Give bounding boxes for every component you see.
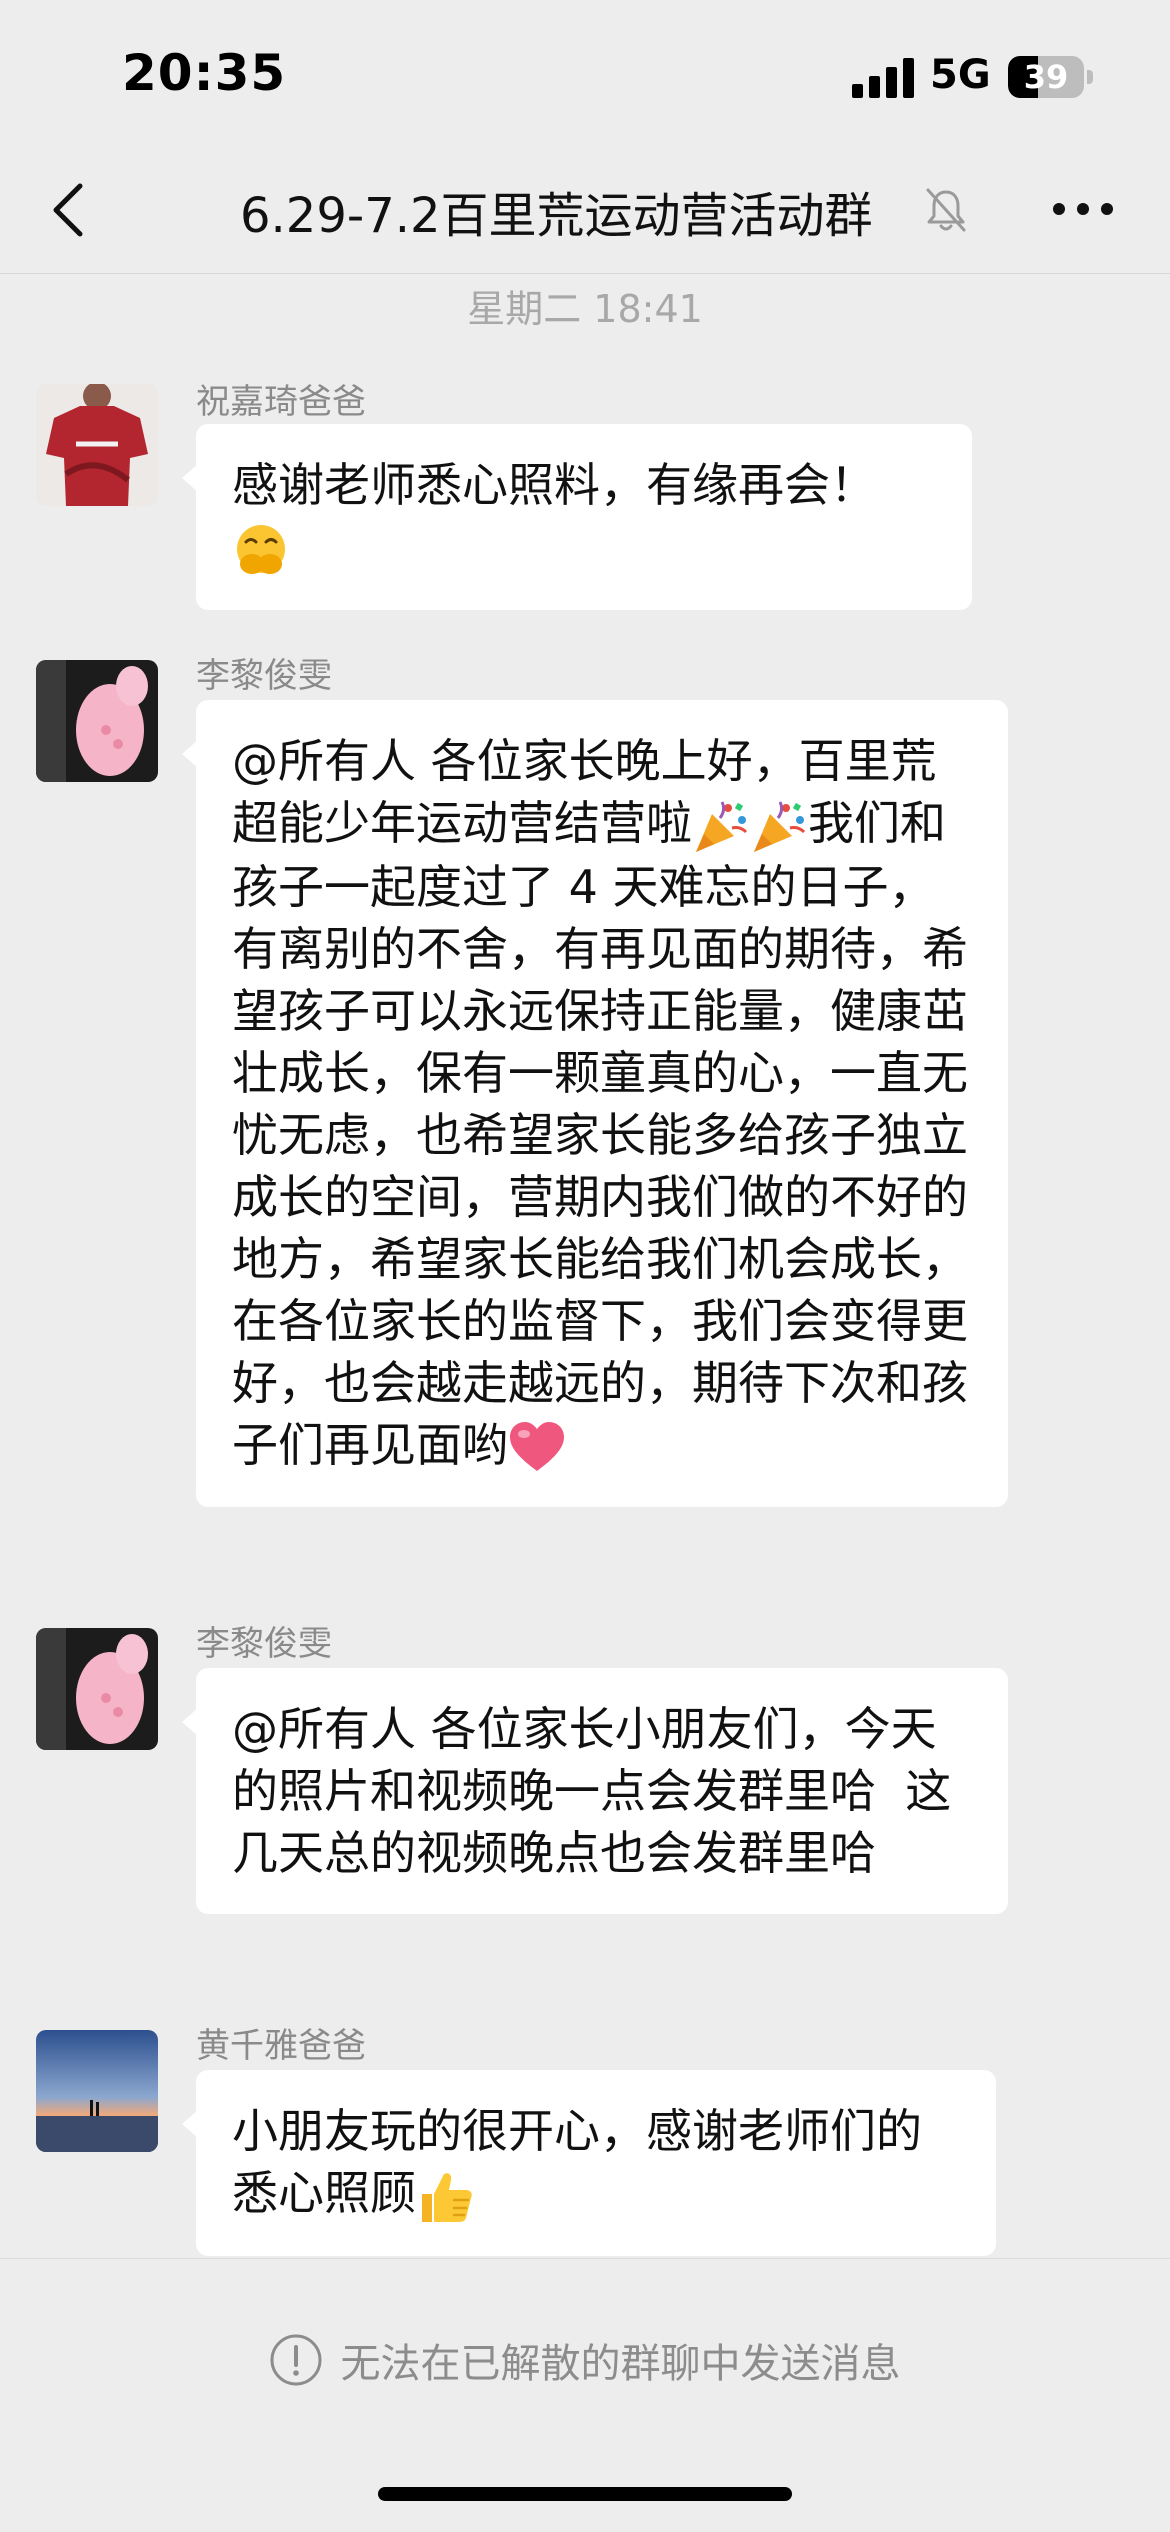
network-type: 5G <box>930 52 991 98</box>
sender-name: 李黎俊雯 <box>196 1624 332 1664</box>
sender-name: 黄千雅爸爸 <box>196 2026 366 2066</box>
signal-icon <box>852 58 914 98</box>
disabled-input-footer: 无法在已解散的群聊中发送消息 <box>0 2258 1170 2532</box>
message-bubble[interactable]: 小朋友玩的很开心，感谢老师们的悉心照顾 <box>182 2070 996 2256</box>
chat-screen: 20:35 5G 39 6.29-7.2百里荒运动营活动群 星期二 18:41 … <box>0 0 1170 2532</box>
message-text: 我们和孩子一起度过了 4 天难忘的日子，有离别的不舍，有再见面的期待，希望孩子可… <box>232 796 968 1472</box>
sender-name: 李黎俊雯 <box>196 656 332 696</box>
battery-icon: 39 <box>1008 56 1094 98</box>
avatar[interactable] <box>36 1628 158 1750</box>
ellipsis-icon[interactable] <box>1052 194 1114 224</box>
chevron-left-icon[interactable] <box>44 180 94 240</box>
message-bubble[interactable]: 感谢老师悉心照料，有缘再会！ <box>182 424 972 610</box>
party-popper-emoji <box>754 800 806 852</box>
party-popper-emoji <box>696 800 748 852</box>
sender-name: 祝嘉琦爸爸 <box>196 382 366 422</box>
status-time: 20:35 <box>122 44 287 102</box>
bell-slash-icon <box>926 188 966 232</box>
message-text: 感谢老师悉心照料，有缘再会！ <box>232 458 876 512</box>
avatar[interactable] <box>36 2030 158 2152</box>
message-bubble[interactable]: @所有人 各位家长晚上好，百里荒超能少年运动营结营啦 我们和孩子一起度过了 4 … <box>182 700 1008 1507</box>
message-bubble[interactable]: @所有人 各位家长小朋友们，今天的照片和视频晚一点会发群里哈 这几天总的视频晚点… <box>182 1668 1008 1914</box>
chat-timestamp: 星期二 18:41 <box>467 287 703 331</box>
avatar[interactable] <box>36 660 158 782</box>
battery-level: 39 <box>1023 58 1069 96</box>
hands-over-mouth-emoji <box>237 524 285 574</box>
status-bar: 20:35 5G 39 <box>0 0 1170 150</box>
heart-emoji <box>510 1422 564 1471</box>
thumbs-up-emoji <box>422 2172 472 2222</box>
avatar[interactable] <box>36 384 158 506</box>
message-text: @所有人 各位家长小朋友们，今天的照片和视频晚一点会发群里哈 这几天总的视频晚点… <box>232 1702 952 1880</box>
disbanded-notice: 无法在已解散的群聊中发送消息 <box>0 2331 1170 2389</box>
exclamation-circle-icon <box>270 2334 322 2386</box>
message-text: 小朋友玩的很开心，感谢老师们的悉心照顾 <box>232 2104 922 2220</box>
nav-bar: 6.29-7.2百里荒运动营活动群 <box>0 150 1170 274</box>
home-indicator[interactable] <box>378 2487 792 2501</box>
notice-text: 无法在已解散的群聊中发送消息 <box>340 2341 901 2387</box>
chat-title: 6.29-7.2百里荒运动营活动群 <box>240 188 873 244</box>
